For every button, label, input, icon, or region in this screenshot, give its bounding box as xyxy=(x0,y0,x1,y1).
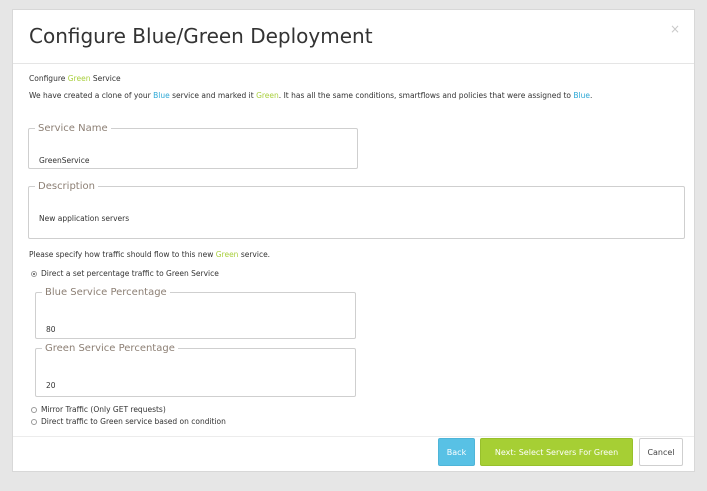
green-percentage-input[interactable]: 20 xyxy=(46,381,56,390)
radio-percentage[interactable]: Direct a set percentage traffic to Green… xyxy=(31,269,219,278)
radio-checked-icon[interactable] xyxy=(31,270,37,277)
close-icon[interactable]: × xyxy=(670,22,680,36)
cancel-button[interactable]: Cancel xyxy=(639,438,683,466)
radio-condition[interactable]: Direct traffic to Green service based on… xyxy=(31,417,226,426)
next-select-servers-button[interactable]: Next: Select Servers For Green xyxy=(480,438,633,466)
configure-green-word: Green xyxy=(67,74,91,83)
radio-percentage-label: Direct a set percentage traffic to Green… xyxy=(41,269,219,278)
radio-unchecked-icon[interactable] xyxy=(31,418,37,425)
service-name-label: Service Name xyxy=(38,123,108,134)
clone-blue-word: Blue xyxy=(153,91,170,100)
green-percentage-field[interactable]: Green Service Percentage 20 xyxy=(35,343,356,397)
radio-condition-label: Direct traffic to Green service based on… xyxy=(41,417,226,426)
traffic-prompt-1: Please specify how traffic should flow t… xyxy=(29,250,216,259)
blue-percentage-input[interactable]: 80 xyxy=(46,325,56,334)
description-input[interactable]: New application servers xyxy=(39,214,129,223)
blue-percentage-field[interactable]: Blue Service Percentage 80 xyxy=(35,287,356,339)
clone-blue-word-end: Blue xyxy=(573,91,591,100)
clone-green-word: Green xyxy=(256,91,279,100)
radio-unchecked-icon[interactable] xyxy=(31,406,37,413)
blue-green-dialog: × Configure Blue/Green Deployment Config… xyxy=(12,9,695,472)
description-label: Description xyxy=(38,181,95,192)
configure-suffix: Service xyxy=(90,74,121,83)
service-name-input[interactable]: GreenService xyxy=(39,156,89,165)
configure-prefix: Configure xyxy=(29,74,68,83)
blue-percentage-label: Blue Service Percentage xyxy=(45,287,167,298)
clone-text-1: We have created a clone of your xyxy=(29,91,154,100)
dialog-title: Configure Blue/Green Deployment xyxy=(29,24,373,48)
clone-text-4: . xyxy=(590,91,593,100)
green-percentage-label: Green Service Percentage xyxy=(45,343,175,354)
traffic-prompt-2: service. xyxy=(238,250,271,259)
clone-description: We have created a clone of your Blue ser… xyxy=(29,91,592,100)
radio-mirror[interactable]: Mirror Traffic (Only GET requests) xyxy=(31,405,166,414)
clone-text-2: service and marked it xyxy=(169,91,257,100)
back-button[interactable]: Back xyxy=(438,438,475,466)
header-divider xyxy=(13,63,694,64)
traffic-prompt: Please specify how traffic should flow t… xyxy=(29,250,270,259)
description-field[interactable]: Description New application servers xyxy=(28,181,685,239)
clone-text-3: . It has all the same conditions, smartf… xyxy=(278,91,574,100)
traffic-prompt-green: Green xyxy=(215,250,239,259)
radio-mirror-label: Mirror Traffic (Only GET requests) xyxy=(41,405,166,414)
configure-heading: Configure Green Service xyxy=(29,74,121,83)
footer-divider xyxy=(13,436,694,437)
service-name-field[interactable]: Service Name GreenService xyxy=(28,123,358,169)
